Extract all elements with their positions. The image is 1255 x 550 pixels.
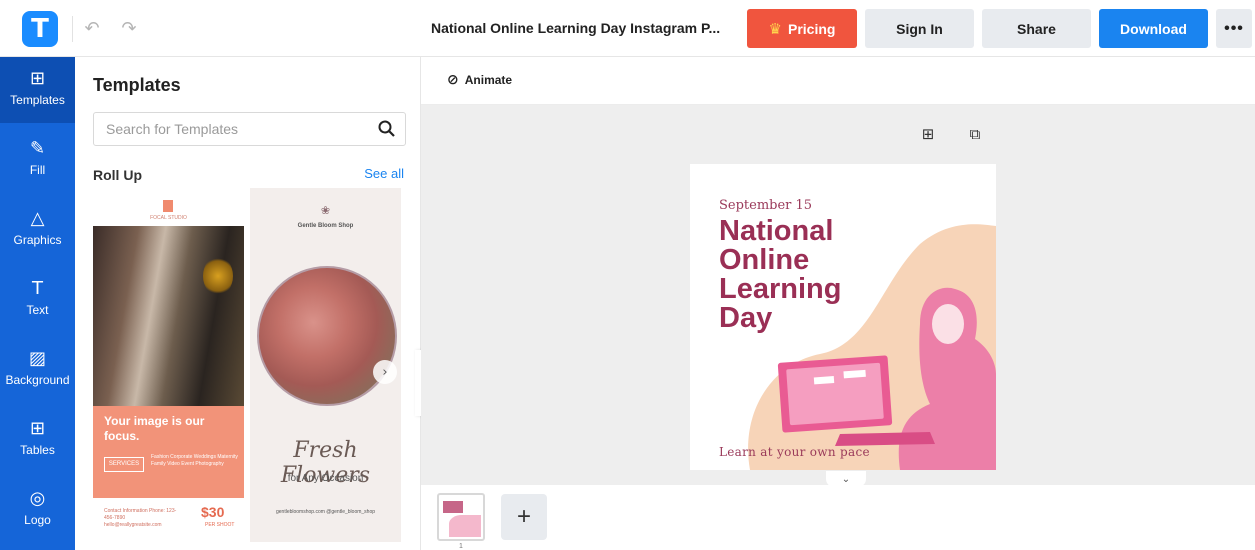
template-headline: Your image is our focus. (104, 414, 205, 443)
left-sidebar: ⊞ Templates ✎ Fill △ Graphics T Text ▨ B… (0, 57, 75, 550)
sidebar-item-label: Graphics (13, 233, 62, 247)
sidebar-item-fill[interactable]: ✎ Fill (0, 127, 75, 193)
occasion-text: for Any Occasion (287, 473, 364, 484)
text-icon: T (32, 278, 43, 299)
sidebar-item-templates[interactable]: ⊞ Templates (0, 57, 75, 123)
crown-icon: ♛ (768, 19, 782, 38)
templates-icon: ⊞ (29, 68, 46, 89)
thumbnail-illustration (449, 515, 481, 537)
pricing-label: Pricing (787, 20, 836, 37)
app-logo[interactable]: T (22, 11, 58, 47)
sidebar-item-text[interactable]: T Text (0, 267, 75, 333)
sidebar-item-label: Templates (10, 93, 65, 107)
pages-strip: 1 + (421, 485, 1255, 550)
sidebar-item-label: Logo (24, 513, 51, 527)
flower-photo (257, 266, 397, 406)
templates-panel: Templates Roll Up See all FOCAL STUDIO Y… (75, 57, 421, 550)
brand-name: FOCAL STUDIO (150, 215, 187, 221)
design-headline[interactable]: National Online Learning Day (719, 217, 899, 333)
pencil-icon: ✎ (29, 138, 46, 159)
chevron-right-icon[interactable]: › (373, 360, 397, 384)
duplicate-icon[interactable]: ⧉ (966, 125, 984, 143)
top-bar: T ↶ ↷ National Online Learning Day Insta… (0, 0, 1255, 57)
document-title[interactable]: National Online Learning Day Instagram P… (431, 20, 720, 36)
sidebar-item-tables[interactable]: ⊞ Tables (0, 407, 75, 473)
thumbnail-title-block (443, 501, 463, 513)
logo-icon: ◎ (29, 488, 46, 509)
animate-label: Animate (464, 73, 513, 87)
services-label: SERVICES (104, 457, 144, 472)
animate-button[interactable]: ⊘ Animate (447, 72, 512, 88)
website-text: gentlebloomshop.com @gentle_bloom_shop (275, 509, 376, 515)
panel-title: Templates (93, 75, 181, 95)
design-canvas[interactable]: September 15 National Online Learning Da… (690, 164, 996, 470)
design-date[interactable]: September 15 (719, 198, 812, 213)
sidebar-item-label: Fill (29, 163, 46, 177)
search-icon[interactable] (377, 119, 397, 139)
brand-mark (163, 200, 173, 212)
template-photo (93, 226, 244, 406)
divider (72, 16, 73, 42)
sidebar-item-background[interactable]: ▨ Background (0, 337, 75, 403)
animate-icon: ⊘ (447, 72, 459, 88)
sidebar-item-label: Tables (20, 443, 55, 457)
design-tagline[interactable]: Learn at your own pace (719, 445, 870, 459)
price-subtext: PER SHOOT (205, 522, 235, 528)
flower-logo-icon: ❀ (320, 204, 331, 217)
undo-icon[interactable]: ↶ (80, 16, 104, 40)
sign-in-button[interactable]: Sign In (865, 9, 974, 48)
download-button[interactable]: Download (1099, 9, 1208, 48)
redo-icon[interactable]: ↷ (117, 16, 141, 40)
page-thumbnail[interactable] (437, 493, 485, 541)
more-options-button[interactable]: ••• (1216, 9, 1252, 48)
sidebar-item-label: Text (26, 303, 49, 317)
template-card[interactable]: FOCAL STUDIO Your image is our focus. SE… (93, 188, 244, 550)
template-card[interactable]: ❀ Gentle Bloom Shop Fresh Flowers for An… (250, 188, 401, 542)
section-title: Roll Up (93, 167, 142, 183)
pricing-button[interactable]: ♛ Pricing (747, 9, 857, 48)
add-page-icon[interactable]: ⊞ (919, 125, 937, 143)
page-number: 1 (459, 543, 463, 550)
add-page-button[interactable]: + (501, 494, 547, 540)
background-icon: ▨ (28, 348, 46, 369)
services-list: Fashion Corporate Weddings Maternity Fam… (151, 454, 238, 467)
graphics-icon: △ (30, 208, 45, 229)
price: $30 (201, 504, 225, 520)
canvas-toolbar: ⊘ Animate (421, 57, 1255, 105)
share-button[interactable]: Share (982, 9, 1091, 48)
contact-info: Contact Information Phone: 123-456-7890 … (104, 508, 177, 528)
shop-name: Gentle Bloom Shop (297, 223, 354, 229)
sidebar-item-label: Background (5, 373, 70, 387)
search-input[interactable] (94, 113, 364, 145)
table-icon: ⊞ (29, 418, 46, 439)
search-box (93, 112, 406, 146)
see-all-link[interactable]: See all (364, 166, 404, 181)
sidebar-item-logo[interactable]: ◎ Logo (0, 477, 75, 543)
sidebar-item-graphics[interactable]: △ Graphics (0, 197, 75, 263)
